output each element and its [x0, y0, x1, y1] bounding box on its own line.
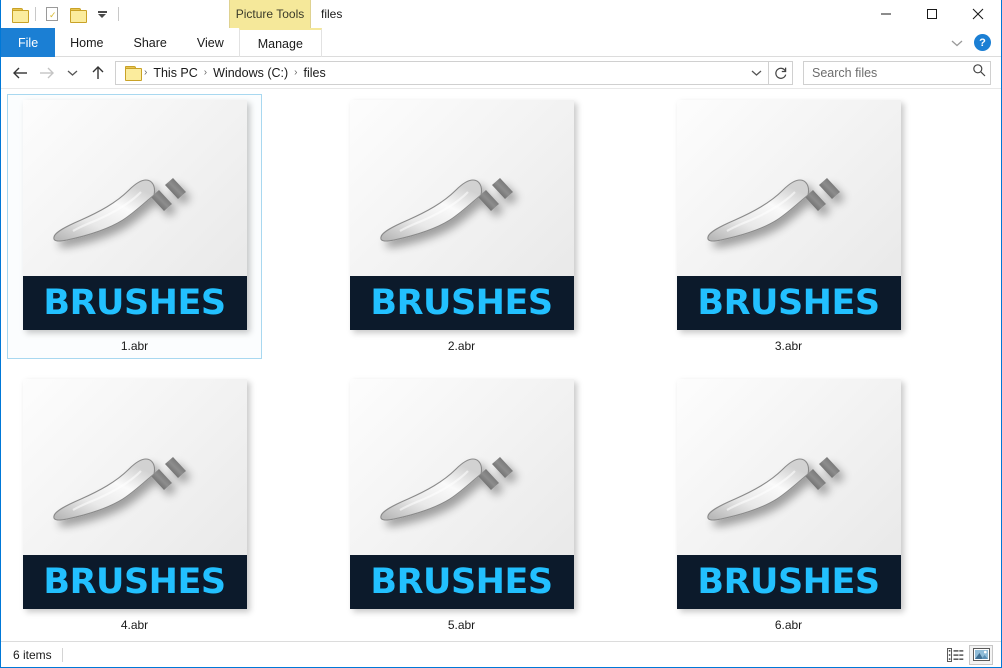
file-item[interactable]: BRUSHES 2.abr: [334, 94, 589, 359]
up-button[interactable]: [85, 60, 111, 86]
file-item[interactable]: BRUSHES 6.abr: [661, 373, 916, 638]
window-title: files: [321, 7, 343, 21]
folder-icon[interactable]: [8, 3, 30, 25]
tab-share[interactable]: Share: [119, 28, 182, 57]
tab-home[interactable]: Home: [55, 28, 118, 57]
file-item[interactable]: BRUSHES 5.abr: [334, 373, 589, 638]
file-item[interactable]: BRUSHES 3.abr: [661, 94, 916, 359]
file-name-label: 1.abr: [120, 339, 149, 353]
thumbnail-banner-text: BRUSHES: [697, 561, 880, 602]
close-button[interactable]: [955, 0, 1001, 28]
file-list[interactable]: BRUSHES 1.abr BRUSHES 2.abr BRUSHES 3.ab…: [1, 89, 1001, 641]
address-field[interactable]: › This PC › Windows (C:) › files: [115, 60, 769, 85]
breadcrumb-windows-c[interactable]: Windows (C:): [208, 66, 293, 80]
thumbnail-image: [22, 100, 247, 276]
thumbnail-image: [676, 100, 901, 276]
recent-locations-icon[interactable]: [59, 60, 85, 86]
tab-file-label: File: [18, 35, 39, 50]
thumbnail-banner: BRUSHES: [22, 276, 247, 330]
address-dropdown-icon[interactable]: [746, 62, 766, 84]
file-name-label: 4.abr: [120, 618, 149, 632]
file-thumbnail[interactable]: BRUSHES: [22, 379, 247, 609]
tab-share-label: Share: [133, 35, 167, 50]
file-name-label: 3.abr: [774, 339, 803, 353]
thumbnail-banner-text: BRUSHES: [43, 561, 226, 602]
thumbnail-banner-text: BRUSHES: [370, 561, 553, 602]
status-divider: [61, 647, 63, 662]
tab-manage[interactable]: Manage: [238, 28, 322, 57]
properties-icon[interactable]: ✓: [41, 3, 63, 25]
refresh-button[interactable]: [769, 60, 793, 85]
thumbnail-banner-text: BRUSHES: [43, 282, 226, 323]
thumbnail-banner: BRUSHES: [676, 276, 901, 330]
maximize-button[interactable]: [909, 0, 955, 28]
minimize-button[interactable]: [863, 0, 909, 28]
tab-manage-label: Manage: [257, 36, 303, 51]
file-item[interactable]: BRUSHES 1.abr: [7, 94, 262, 359]
explorer-window: ✓ Picture Tools files File Home Share Vi…: [0, 0, 1002, 668]
window-controls: [863, 0, 1001, 28]
file-name-label: 6.abr: [774, 618, 803, 632]
tab-view-label: View: [196, 35, 224, 50]
details-view-button[interactable]: [943, 645, 967, 665]
thumbnail-image: [349, 100, 574, 276]
large-icons-view-button[interactable]: [969, 644, 993, 665]
chevron-down-icon[interactable]: [946, 32, 968, 54]
file-name-label: 5.abr: [447, 618, 476, 632]
address-bar: › This PC › Windows (C:) › files Search …: [1, 57, 1001, 89]
file-thumbnail[interactable]: BRUSHES: [349, 100, 574, 330]
file-item[interactable]: BRUSHES 4.abr: [7, 373, 262, 638]
quick-access-toolbar: ✓: [1, 0, 121, 28]
tab-file[interactable]: File: [1, 28, 56, 57]
thumbnail-image: [676, 379, 901, 555]
customize-chevron-icon[interactable]: [91, 3, 113, 25]
tab-view[interactable]: View: [182, 28, 239, 57]
forward-button[interactable]: [33, 60, 59, 86]
back-button[interactable]: [7, 60, 33, 86]
search-placeholder: Search files: [812, 65, 878, 80]
title-bar: ✓ Picture Tools files: [1, 0, 1001, 28]
tab-home-label: Home: [70, 35, 104, 50]
thumbnail-banner: BRUSHES: [349, 555, 574, 609]
ribbon-tab-bar: File Home Share View Manage ?: [1, 28, 1001, 57]
breadcrumb-this-pc[interactable]: This PC: [148, 66, 202, 80]
thumbnail-banner: BRUSHES: [349, 276, 574, 330]
status-bar: 6 items: [1, 641, 1001, 667]
ribbon-right-controls: ?: [946, 28, 1001, 57]
search-icon[interactable]: [972, 63, 986, 82]
search-input[interactable]: Search files: [803, 60, 991, 85]
thumbnail-banner: BRUSHES: [22, 555, 247, 609]
file-thumbnail[interactable]: BRUSHES: [676, 379, 901, 609]
file-thumbnail[interactable]: BRUSHES: [22, 100, 247, 330]
thumbnail-banner: BRUSHES: [676, 555, 901, 609]
picture-tools-group: Picture Tools: [229, 0, 311, 28]
help-icon[interactable]: ?: [974, 34, 991, 51]
qat-divider-1: [35, 7, 36, 21]
file-thumbnail[interactable]: BRUSHES: [676, 100, 901, 330]
picture-tools-label: Picture Tools: [235, 7, 305, 21]
thumbnail-image: [349, 379, 574, 555]
new-folder-icon[interactable]: [66, 3, 88, 25]
qat-divider-2: [118, 7, 119, 21]
file-name-label: 2.abr: [447, 339, 476, 353]
item-count-label: 6 items: [13, 647, 52, 662]
address-folder-icon: [121, 62, 143, 84]
thumbnail-image: [22, 379, 247, 555]
help-icon-label: ?: [979, 36, 986, 49]
breadcrumb-files[interactable]: files: [299, 66, 331, 80]
thumbnail-banner-text: BRUSHES: [697, 282, 880, 323]
file-thumbnail[interactable]: BRUSHES: [349, 379, 574, 609]
thumbnail-banner-text: BRUSHES: [370, 282, 553, 323]
